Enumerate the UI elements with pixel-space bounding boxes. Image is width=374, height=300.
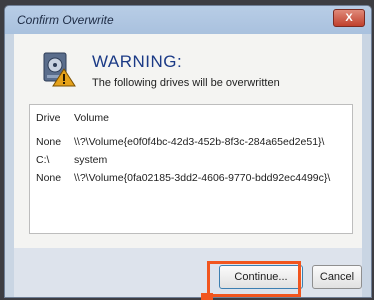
warning-message: The following drives will be overwritten [92, 77, 280, 89]
drive-list: Drive Volume None \\?\Volume{e0f0f4bc-42… [29, 104, 353, 234]
close-icon: X [345, 11, 353, 24]
title-bar: Confirm Overwrite X [5, 6, 371, 34]
table-row[interactable]: None \\?\Volume{0fa02185-3dd2-4606-9770-… [30, 172, 352, 188]
volume-cell: \\?\Volume{0fa02185-3dd2-4606-9770-bdd92… [74, 172, 331, 184]
column-header-drive: Drive [36, 112, 61, 124]
drive-cell: None [36, 136, 62, 148]
confirm-overwrite-dialog: Confirm Overwrite X WARNING: The followi… [4, 5, 372, 298]
highlight-marker [201, 293, 213, 300]
button-bar: Continue... Cancel [14, 248, 362, 297]
drive-cell: C:\ [36, 154, 50, 166]
cancel-button[interactable]: Cancel [312, 265, 362, 289]
warning-heading: WARNING: [92, 52, 183, 71]
drive-warning-icon [43, 52, 76, 87]
volume-cell: system [74, 154, 108, 166]
close-button[interactable]: X [333, 9, 365, 27]
dialog-content: WARNING: The following drives will be ov… [14, 34, 362, 248]
table-row[interactable]: None \\?\Volume{e0f0f4bc-42d3-452b-8f3c-… [30, 136, 352, 152]
dialog-title: Confirm Overwrite [17, 13, 114, 27]
continue-button[interactable]: Continue... [219, 265, 303, 289]
table-header: Drive Volume [30, 112, 352, 128]
drive-cell: None [36, 172, 62, 184]
volume-cell: \\?\Volume{e0f0f4bc-42d3-452b-8f3c-284a6… [74, 136, 325, 148]
table-row[interactable]: C:\ system [30, 154, 352, 170]
column-header-volume: Volume [74, 112, 110, 124]
